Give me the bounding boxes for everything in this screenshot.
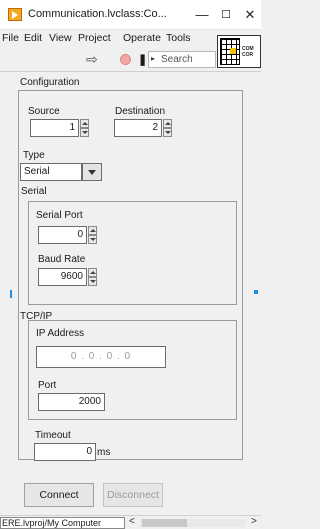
left-edge-marker — [10, 290, 12, 298]
project-path[interactable]: ERE.lvproj/My Computer — [0, 517, 125, 529]
decrement-arrow-icon[interactable] — [163, 128, 172, 137]
destination-field[interactable]: 2 — [114, 119, 162, 137]
increment-arrow-icon[interactable] — [88, 268, 97, 277]
vi-icon-label: COM COR — [242, 46, 254, 58]
vi-connector-icon[interactable]: COM COR — [217, 35, 261, 68]
configuration-title: Configuration — [20, 77, 80, 88]
close-button[interactable]: ✕ — [238, 4, 262, 26]
type-label: Type — [23, 150, 45, 161]
search-arrow-icon: ▸ — [151, 54, 156, 63]
scrollbar-thumb[interactable] — [142, 519, 187, 527]
serial-port-label: Serial Port — [36, 210, 83, 221]
serial-port-field[interactable]: 0 — [38, 226, 87, 244]
port-field[interactable]: 2000 — [38, 393, 105, 411]
serial-port-stepper[interactable] — [88, 226, 97, 244]
menu-view[interactable]: View — [49, 32, 72, 44]
menu-operate[interactable]: Operate — [123, 32, 161, 44]
title-bar: Communication.lvclass:Co... — ☐ ✕ — [0, 0, 261, 30]
serial-group-title: Serial — [21, 186, 47, 197]
ip-address-label: IP Address — [36, 328, 85, 339]
destination-label: Destination — [115, 106, 166, 117]
window-title: Communication.lvclass:Co... — [28, 8, 167, 20]
increment-arrow-icon[interactable] — [80, 119, 89, 128]
baud-rate-stepper[interactable] — [88, 268, 97, 286]
source-label: Source — [28, 106, 60, 117]
search-placeholder: Search — [161, 54, 193, 65]
connector-pane-grid — [220, 38, 240, 65]
menu-tools[interactable]: Tools — [166, 32, 191, 44]
status-bar: ERE.lvproj/My Computer < > — [0, 515, 261, 529]
increment-arrow-icon[interactable] — [88, 226, 97, 235]
run-arrow-icon[interactable]: ⇨ — [86, 51, 98, 68]
connect-button[interactable]: Connect — [24, 483, 94, 507]
timeout-label: Timeout — [35, 430, 71, 441]
right-edge-marker — [254, 290, 258, 294]
baud-rate-field[interactable]: 9600 — [38, 268, 87, 286]
ip-address-field[interactable]: 0 . 0 . 0 . 0 — [36, 346, 166, 368]
type-select[interactable]: Serial — [20, 163, 82, 181]
source-field[interactable]: 1 — [30, 119, 79, 137]
maximize-button[interactable]: ☐ — [214, 4, 238, 26]
scroll-left-icon[interactable]: < — [129, 516, 135, 527]
timeout-unit: ms — [97, 447, 111, 458]
baud-rate-label: Baud Rate — [38, 254, 86, 265]
labview-app-icon — [8, 8, 22, 21]
decrement-arrow-icon[interactable] — [80, 128, 89, 137]
decrement-arrow-icon[interactable] — [88, 235, 97, 244]
scroll-right-icon[interactable]: > — [251, 516, 257, 527]
menu-project[interactable]: Project — [78, 32, 111, 44]
disconnect-button[interactable]: Disconnect — [103, 483, 163, 507]
chevron-down-icon[interactable] — [82, 163, 102, 181]
destination-stepper[interactable] — [163, 119, 172, 137]
source-stepper[interactable] — [80, 119, 89, 137]
decrement-arrow-icon[interactable] — [88, 277, 97, 286]
search-input[interactable]: ▸ Search — [148, 51, 216, 68]
increment-arrow-icon[interactable] — [163, 119, 172, 128]
timeout-field[interactable]: 0 — [34, 443, 96, 461]
port-label: Port — [38, 380, 57, 391]
connector-terminal-highlight — [230, 48, 236, 54]
menu-file[interactable]: File — [2, 32, 19, 44]
minimize-button[interactable]: — — [190, 4, 214, 26]
abort-stop-icon[interactable] — [120, 54, 131, 65]
menu-edit[interactable]: Edit — [24, 32, 42, 44]
